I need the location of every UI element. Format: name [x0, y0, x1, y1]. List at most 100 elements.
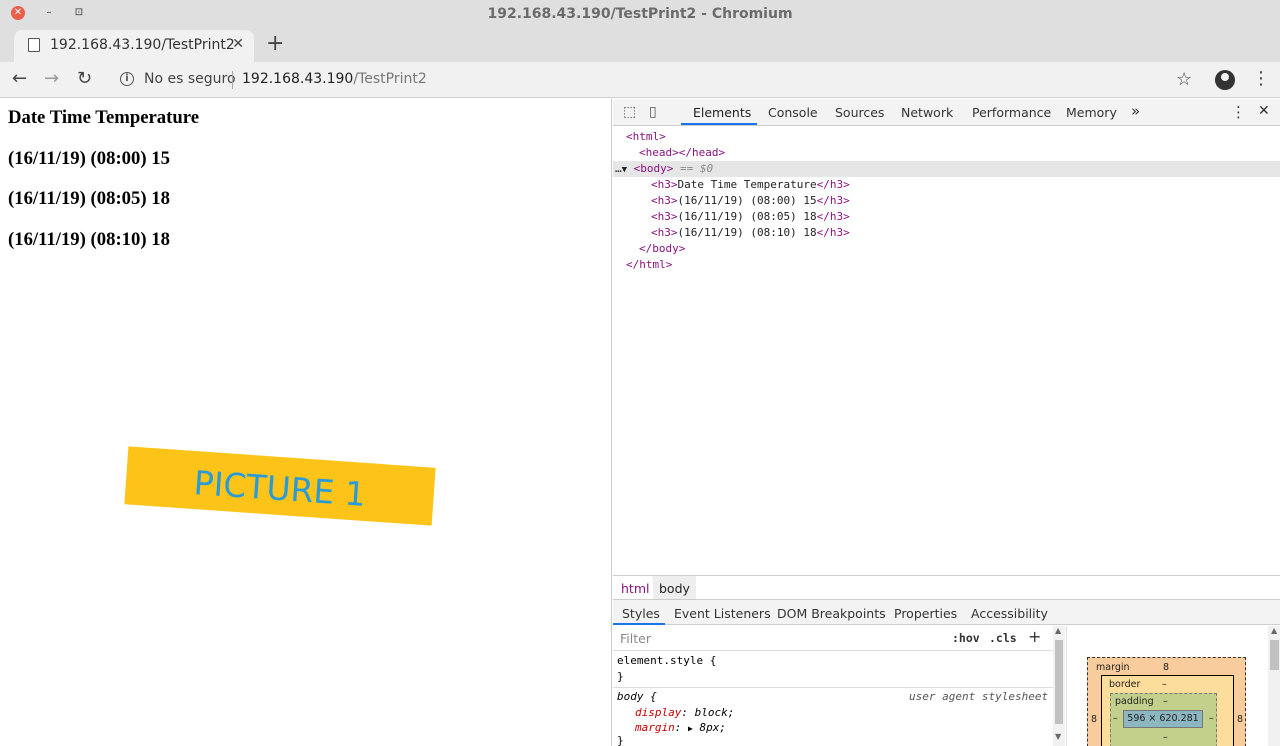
active-tab-indicator — [681, 123, 757, 125]
browser-menu-icon[interactable]: ⋮ — [1252, 68, 1270, 89]
dom-h3[interactable]: <h3>(16/11/19) (08:05) 18</h3> — [651, 209, 850, 225]
expand-arrow-icon[interactable]: ▼ — [622, 165, 627, 175]
info-icon[interactable]: i — [120, 72, 134, 86]
active-subtab-indicator — [613, 623, 665, 625]
tab-sources[interactable]: Sources — [835, 105, 884, 120]
tab-event-listeners[interactable]: Event Listeners — [674, 606, 771, 621]
box-model-scrollbar[interactable]: ▲ — [1268, 626, 1280, 746]
back-button[interactable]: ← — [12, 68, 27, 89]
picture-banner: PICTURE 1 — [124, 446, 436, 526]
picture-label: PICTURE 1 — [192, 463, 368, 514]
box-model-pane: margin 8 8 8 border – padding – – – 596 … — [1066, 626, 1280, 746]
devtools-menu-icon[interactable]: ⋮ — [1231, 103, 1246, 121]
breadcrumb-body[interactable]: body — [653, 576, 696, 599]
border-label: border — [1109, 679, 1141, 690]
dom-h3-close: </h3> — [816, 210, 850, 223]
reload-button[interactable]: ↻ — [77, 68, 92, 89]
tab-accessibility[interactable]: Accessibility — [971, 606, 1048, 621]
padding-right-value[interactable]: – — [1209, 713, 1214, 724]
tab-console[interactable]: Console — [768, 105, 818, 120]
dom-body-dots: … — [615, 162, 622, 175]
dom-h3[interactable]: <h3>(16/11/19) (08:00) 15</h3> — [651, 193, 850, 209]
dom-h3-text: (16/11/19) (08:00) 15 — [677, 194, 817, 207]
tab-properties[interactable]: Properties — [894, 606, 957, 621]
box-model-margin: margin 8 8 8 border – padding – – – 596 … — [1087, 657, 1246, 746]
body-rule-close: } — [617, 734, 624, 746]
dom-h3-open: <h3> — [651, 226, 678, 239]
new-tab-button[interactable]: + — [266, 31, 284, 56]
breadcrumb: html body — [613, 575, 1280, 599]
margin-property: margin — [635, 721, 675, 734]
box-model-padding: padding – – – 596 × 620.281 – — [1110, 693, 1217, 746]
scroll-down-icon[interactable]: ▼ — [1055, 732, 1061, 741]
more-tabs-icon[interactable]: » — [1131, 102, 1140, 120]
security-label[interactable]: No es seguro — [144, 71, 236, 87]
dom-body-tag: <body> — [633, 162, 674, 175]
body-rule-selector[interactable]: body { — [617, 690, 657, 703]
device-toolbar-icon[interactable]: ▯ — [649, 104, 657, 120]
display-property: display — [635, 706, 682, 719]
devtools-close-icon[interactable]: ✕ — [1258, 103, 1270, 119]
url-text[interactable]: 192.168.43.190/TestPrint2 — [242, 71, 427, 87]
heading-row: (16/11/19) (08:10) 18 — [8, 229, 170, 250]
margin-left-value[interactable]: 8 — [1091, 714, 1097, 725]
display-declaration[interactable]: display: block; — [635, 706, 734, 719]
box-model-content-size[interactable]: 596 × 620.281 — [1123, 710, 1203, 728]
dom-h3-close: </h3> — [816, 194, 850, 207]
rule-divider — [613, 687, 1053, 688]
dom-html-open[interactable]: <html> — [626, 129, 666, 145]
window-title: 192.168.43.190/TestPrint2 - Chromium — [487, 6, 793, 22]
account-icon[interactable] — [1215, 70, 1235, 90]
dom-h3[interactable]: <h3>(16/11/19) (08:10) 18</h3> — [651, 225, 850, 241]
tab-network[interactable]: Network — [901, 105, 953, 120]
expand-arrow-icon[interactable]: ▶ — [688, 724, 693, 733]
tab-close-icon[interactable]: ✕ — [232, 36, 244, 52]
padding-bottom-value[interactable]: – — [1163, 732, 1168, 743]
heading-header: Date Time Temperature — [8, 107, 200, 128]
tab-performance[interactable]: Performance — [972, 105, 1051, 120]
tab-dom-breakpoints[interactable]: DOM Breakpoints — [777, 606, 886, 621]
border-top-value[interactable]: – — [1162, 679, 1167, 690]
dom-h3-text: (16/11/19) (08:05) 18 — [677, 210, 817, 223]
address-bar[interactable]: i No es seguro 192.168.43.190/TestPrint2 — [108, 65, 1208, 95]
page-icon — [28, 38, 40, 52]
box-model-scroll-thumb[interactable] — [1270, 640, 1279, 670]
margin-value: 8px; — [699, 721, 726, 734]
tab-memory[interactable]: Memory — [1066, 105, 1117, 120]
tab-elements[interactable]: Elements — [693, 105, 751, 120]
browser-tab[interactable]: 192.168.43.190/TestPrint2 ✕ — [14, 30, 254, 62]
breadcrumb-html[interactable]: html — [621, 581, 649, 596]
styles-filter-input[interactable]: Filter — [620, 631, 651, 646]
dom-h3-text: (16/11/19) (08:10) 18 — [677, 226, 817, 239]
dom-head[interactable]: <head></head> — [639, 145, 725, 161]
forward-button[interactable]: → — [44, 68, 59, 89]
omnibox-divider — [232, 71, 233, 89]
inspect-element-icon[interactable]: ⬚ — [623, 104, 636, 120]
dom-html-close[interactable]: </html> — [626, 257, 672, 273]
hover-state-toggle[interactable]: :hov — [952, 631, 980, 645]
url-path: /TestPrint2 — [353, 71, 427, 87]
scroll-up-icon[interactable]: ▲ — [1271, 626, 1277, 635]
styles-scroll-thumb[interactable] — [1055, 640, 1063, 724]
url-host: 192.168.43.190 — [242, 71, 354, 87]
class-toggle[interactable]: .cls — [989, 631, 1017, 645]
page-viewport: Date Time Temperature (16/11/19) (08:00)… — [0, 99, 612, 746]
tab-styles[interactable]: Styles — [622, 606, 660, 621]
heading-row: (16/11/19) (08:05) 18 — [8, 188, 170, 209]
tab-strip: 192.168.43.190/TestPrint2 ✕ + — [0, 28, 1280, 62]
padding-top-value[interactable]: – — [1163, 696, 1168, 707]
dom-body-close[interactable]: </body> — [639, 241, 685, 257]
element-style-selector[interactable]: element.style { — [617, 654, 716, 667]
styles-scrollbar[interactable]: ▲ ▼ — [1053, 626, 1065, 746]
new-rule-button[interactable]: + — [1028, 627, 1041, 646]
margin-declaration[interactable]: margin: ▶ 8px; — [635, 721, 726, 734]
padding-left-value[interactable]: – — [1113, 713, 1118, 724]
margin-right-value[interactable]: 8 — [1237, 714, 1243, 725]
dom-h3[interactable]: <h3>Date Time Temperature</h3> — [651, 177, 850, 193]
dom-body-open[interactable]: …▼ <body> == $0 — [615, 161, 713, 177]
scroll-up-icon[interactable]: ▲ — [1055, 626, 1061, 635]
devtools-tabbar: ⬚ ▯ Elements Console Sources Network Per… — [613, 99, 1280, 126]
window-titlebar: ✕ – ⊡ 192.168.43.190/TestPrint2 - Chromi… — [0, 0, 1280, 28]
margin-top-value[interactable]: 8 — [1163, 662, 1169, 673]
bookmark-star-icon[interactable]: ☆ — [1176, 69, 1192, 90]
